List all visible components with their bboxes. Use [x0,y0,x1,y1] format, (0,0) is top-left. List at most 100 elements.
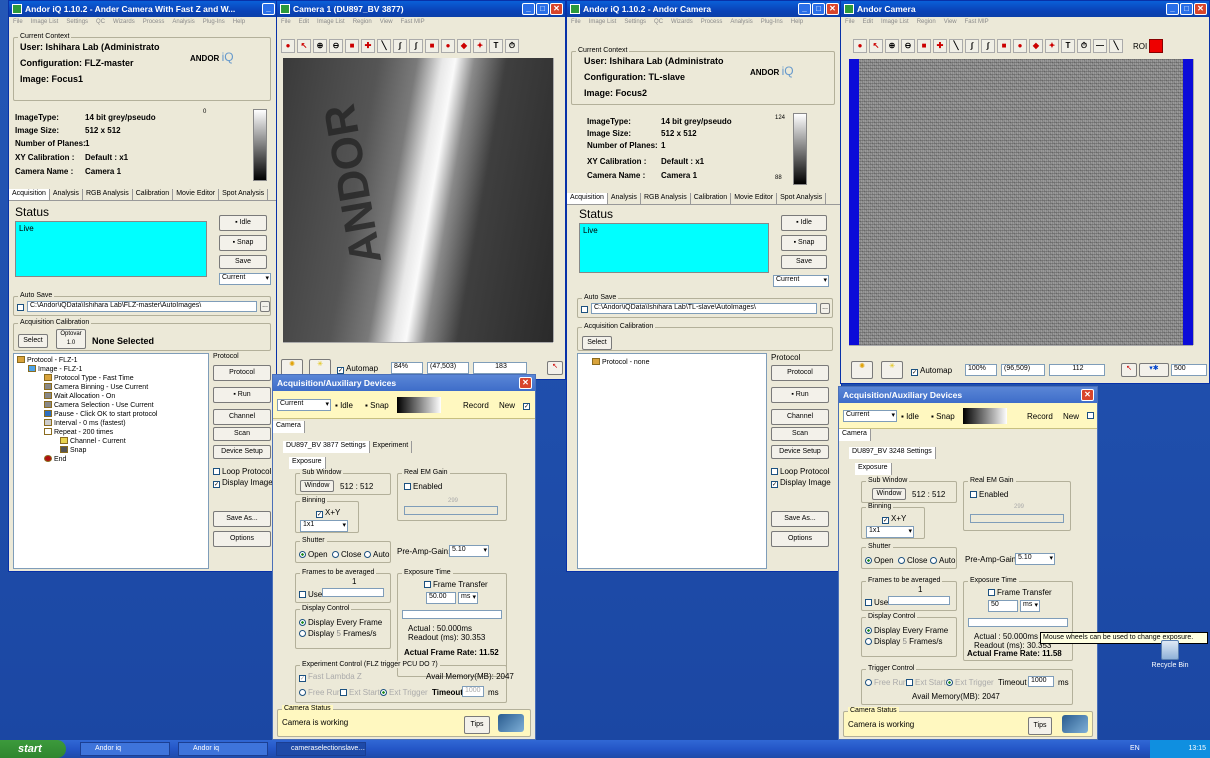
tab-movie-editor[interactable]: Movie Editor [731,193,778,204]
tab-camera-settings[interactable]: DU897_BV 3248 Settings [849,447,936,459]
acquisition-devices-dialog-1[interactable]: Acquisition/Auxiliary Devices ✕ Current ▾ … [272,374,536,740]
record-button[interactable]: Record [1027,412,1053,421]
tree-item[interactable]: Protocol Type - Fast Time [44,374,134,382]
ext-trigger-radio[interactable]: Ext Trigger [380,688,428,697]
em-gain-slider[interactable] [404,506,498,515]
freehand-icon[interactable]: ∫ [393,39,407,53]
snap-button[interactable]: ▪ Snap [219,235,267,251]
run-button[interactable]: ▪ Run [213,387,271,403]
tab-rgb-analysis[interactable]: RGB Analysis [83,189,133,200]
xy-checkbox[interactable]: ✓ X+Y [316,508,340,518]
tab-rgb-analysis[interactable]: RGB Analysis [641,193,691,204]
tab-exposure[interactable]: Exposure [855,463,892,475]
channel-button[interactable]: Channel [213,409,271,425]
exposure-slider[interactable] [968,618,1068,627]
title-bar[interactable]: Andor iQ 1.10.2 - Ander Camera With Fast… [9,1,277,17]
polygon-icon[interactable]: ◆ [1029,39,1043,53]
menu-wizards[interactable]: Wizards [671,17,693,28]
menu-edit[interactable]: Edit [299,17,309,28]
frame-transfer-checkbox[interactable]: Frame Transfer [424,580,488,589]
current-select[interactable]: Current ▾ [219,273,271,285]
tab-analysis[interactable]: Analysis [608,193,641,204]
tab-spot-analysis[interactable]: Spot Analysis [219,189,269,200]
camera-image-view[interactable]: ANDOR [283,58,553,342]
close-icon[interactable]: ✕ [1081,389,1094,401]
menu-file[interactable]: File [571,17,581,28]
horizontal-scrollbar[interactable] [283,342,553,352]
pointer-icon[interactable]: ↖ [547,361,563,375]
menu-process[interactable]: Process [143,17,165,28]
crosshair-icon[interactable]: ✚ [361,39,375,53]
title-bar[interactable]: Andor iQ 1.10.2 - Andor Camera _ □ ✕ [567,1,841,17]
tab-acquisition[interactable]: Acquisition [9,189,50,200]
text-icon[interactable]: T [489,39,503,53]
book-icon[interactable] [1062,715,1088,733]
minus-icon[interactable]: — [1093,39,1107,53]
tab-exposure[interactable]: Exposure [289,457,326,469]
preamp-select[interactable]: 5.10 ▾ [1015,553,1055,565]
tips-button[interactable]: Tips [1028,717,1052,735]
menu-qc[interactable]: QC [654,17,663,28]
close-icon[interactable]: ✕ [1194,3,1207,15]
camera-1-image-window[interactable]: Camera 1 (DU897_BV 3877) _ □ ✕ File Edit Ima… [276,0,566,380]
dialog-title-bar[interactable]: Acquisition/Auxiliary Devices ✕ [839,387,1097,403]
roi-color-swatch[interactable] [1149,39,1164,53]
vertical-scrollbar[interactable] [553,58,563,342]
menu-view[interactable]: View [380,17,393,28]
region-icon[interactable]: ■ [917,39,931,53]
loop-protocol-checkbox[interactable]: Loop Protocol [771,467,829,476]
display-image-checkbox[interactable]: ✓ Display Image [213,478,273,488]
close-icon[interactable]: ✕ [550,3,563,15]
spot-icon[interactable]: ✦ [473,39,487,53]
menu-image-list[interactable]: Image List [881,17,909,28]
recycle-bin[interactable]: Recycle Bin [1140,640,1200,680]
idle-button[interactable]: ▪ Idle [219,215,267,231]
line-icon[interactable]: ╲ [377,39,391,53]
tree-item[interactable]: Camera Selection - Use Current [44,401,154,409]
tree-item[interactable]: Protocol - none [592,358,649,366]
vertical-scrollbar[interactable] [1193,59,1205,345]
arrow-icon[interactable]: ↖ [297,39,311,53]
new-button[interactable]: New [1063,412,1079,421]
binning-select[interactable]: 1x1 ▾ [866,526,914,538]
browse-button[interactable]: ... [260,301,270,312]
tab-camera-settings[interactable]: DU897_BV 3877 Settings [283,441,370,453]
save-as-button[interactable]: Save As... [213,511,271,527]
save-button[interactable]: Save [781,255,827,269]
binning-select[interactable]: 1x1 ▾ [300,520,348,532]
display-image-checkbox[interactable]: ✓ Display Image [771,478,831,488]
tree-item[interactable]: Interval - 0 ms (fastest) [44,419,126,427]
tree-item[interactable]: Repeat - 200 times [44,428,113,436]
region-icon[interactable]: ■ [345,39,359,53]
options-button[interactable]: Options [771,531,829,547]
em-gain-enabled-checkbox[interactable]: Enabled [404,482,442,491]
optovar-button[interactable]: Optovar 1.0 [56,329,86,349]
enable-checkbox[interactable] [1087,411,1096,420]
minimize-icon[interactable]: _ [262,3,275,15]
menu-analysis[interactable]: Analysis [730,17,752,28]
zoom-out-icon[interactable]: ⊖ [329,39,343,53]
minimize-icon[interactable]: _ [522,3,535,15]
exposure-input[interactable]: 50 [988,600,1018,612]
menu-fast-mip[interactable]: Fast MIP [401,17,425,28]
unit-select[interactable]: ms ▾ [458,592,478,604]
unit-select[interactable]: ms ▾ [1020,600,1040,612]
line-icon[interactable]: ╲ [949,39,963,53]
horizontal-scrollbar[interactable] [849,345,1193,355]
autosave-path-input[interactable]: C:\Andor\iQData\Ishihara Lab\TL-slave\Au… [591,303,817,314]
ext-start-checkbox[interactable]: Ext Start [340,688,380,697]
autosave-checkbox[interactable] [581,305,590,314]
protocol-tree[interactable]: Protocol - FLZ-1 Image - FLZ-1 Protocol … [13,353,209,569]
menu-file[interactable]: File [13,17,23,28]
use-checkbox[interactable]: Use [299,590,322,599]
timeout-input[interactable]: 1000 [462,686,484,697]
menu-fast-mip[interactable]: Fast MIP [965,17,989,28]
save-as-button[interactable]: Save As... [771,511,829,527]
window-button[interactable]: Window [300,480,334,492]
current-select[interactable]: Current ▾ [773,275,829,287]
timer-icon[interactable]: ⏱ [1077,39,1091,53]
arrow-icon[interactable]: ↖ [869,39,883,53]
exposure-slider[interactable] [402,610,502,619]
window-button[interactable]: Window [872,488,906,500]
menu-qc[interactable]: QC [96,17,105,28]
